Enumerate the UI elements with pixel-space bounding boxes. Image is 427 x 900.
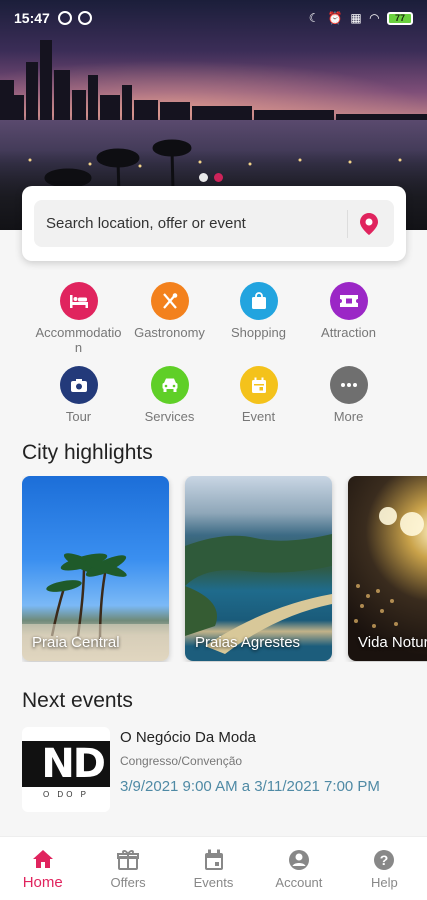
- home-icon: [31, 847, 55, 871]
- alarm-icon: ⏰: [327, 11, 343, 25]
- search-box[interactable]: [34, 200, 394, 247]
- notification-icon: [57, 11, 72, 25]
- search-card: [22, 186, 406, 261]
- category-label: Services: [144, 409, 195, 424]
- signal-icon: ▦: [350, 11, 362, 25]
- car-icon: [150, 366, 189, 404]
- event-title: O Negócio Da Moda: [120, 729, 256, 746]
- status-bar: 15:47 ☾ ⏰ ▦ ◠ 77: [0, 0, 427, 36]
- status-time: 15:47: [14, 10, 50, 26]
- account-icon: [287, 848, 311, 872]
- svg-text:?: ?: [380, 852, 389, 868]
- category-label: Event: [241, 409, 276, 424]
- category-more[interactable]: More: [301, 366, 396, 424]
- category-label: More: [333, 409, 364, 424]
- highlight-card[interactable]: Vida Noturna: [348, 476, 427, 661]
- fork-knife-icon: [150, 282, 189, 320]
- status-right: ☾ ⏰ ▦ ◠ 77: [309, 11, 413, 25]
- category-accommodation[interactable]: Accommodation: [31, 282, 126, 355]
- nav-events[interactable]: Events: [171, 837, 256, 900]
- category-label: Shopping: [231, 325, 286, 340]
- wifi-icon: ◠: [369, 11, 379, 25]
- category-tour[interactable]: Tour: [31, 366, 126, 424]
- category-label: Tour: [65, 409, 92, 424]
- search-divider: [347, 209, 348, 238]
- calendar-icon: [202, 848, 226, 872]
- highlight-caption: Praias Agrestes: [195, 634, 301, 651]
- more-icon: [329, 366, 368, 404]
- camera-icon: [59, 366, 98, 404]
- category-label: Attraction: [321, 325, 376, 340]
- event-date: 3/9/2021 9:00 AM a 3/11/2021 7:00 PM: [120, 778, 380, 795]
- battery-icon: 77: [387, 11, 413, 25]
- category-services[interactable]: Services: [122, 366, 217, 424]
- bed-icon: [59, 282, 98, 320]
- moon-icon: ☾: [308, 11, 320, 25]
- nav-account[interactable]: Account: [256, 837, 341, 900]
- event-thumb-logo: ND: [22, 741, 110, 787]
- highlights-title: City highlights: [22, 441, 153, 464]
- shopping-bag-icon: [239, 282, 278, 320]
- nav-help[interactable]: ? Help: [342, 837, 427, 900]
- highlight-caption: Vida Noturna: [358, 634, 427, 651]
- notification-icon: [77, 11, 92, 25]
- location-pin-icon[interactable]: [356, 211, 382, 237]
- category-label: Accommodation: [35, 325, 122, 355]
- calendar-icon: [239, 366, 278, 404]
- search-input[interactable]: [46, 215, 339, 232]
- help-icon: ?: [372, 848, 396, 872]
- bottom-navigation: Home Offers Events Account ? Help: [0, 836, 427, 900]
- highlight-card[interactable]: Praias Agrestes: [185, 476, 332, 661]
- event-thumb-sub: O DO P: [42, 790, 89, 799]
- nav-offers[interactable]: Offers: [85, 837, 170, 900]
- nav-label: Home: [22, 873, 63, 891]
- category-event[interactable]: Event: [211, 366, 306, 424]
- carousel-dot-active[interactable]: [214, 173, 223, 182]
- category-label: Gastronomy: [134, 325, 205, 340]
- nav-label: Offers: [110, 874, 146, 890]
- gift-icon: [116, 848, 140, 872]
- highlights-carousel[interactable]: Praia Central Praias Agrestes Vida Notur…: [22, 476, 427, 662]
- events-title: Next events: [22, 689, 133, 712]
- hero-skyline: [0, 40, 427, 130]
- category-attraction[interactable]: Attraction: [301, 282, 396, 340]
- category-gastronomy[interactable]: Gastronomy: [122, 282, 217, 340]
- nav-label: Account: [275, 874, 323, 890]
- event-type: Congresso/Convenção: [120, 754, 243, 768]
- event-thumbnail: ND O DO P: [22, 727, 110, 812]
- nav-label: Events: [193, 874, 234, 890]
- nav-label: Help: [370, 874, 398, 890]
- carousel-indicator: [199, 173, 223, 182]
- event-list-item[interactable]: ND O DO P O Negócio Da Moda Congresso/Co…: [22, 727, 412, 817]
- nav-home[interactable]: Home: [0, 837, 85, 900]
- highlight-caption: Praia Central: [32, 634, 120, 651]
- ticket-icon: [329, 282, 368, 320]
- highlight-card[interactable]: Praia Central: [22, 476, 169, 661]
- category-shopping[interactable]: Shopping: [211, 282, 306, 340]
- carousel-dot[interactable]: [199, 173, 208, 182]
